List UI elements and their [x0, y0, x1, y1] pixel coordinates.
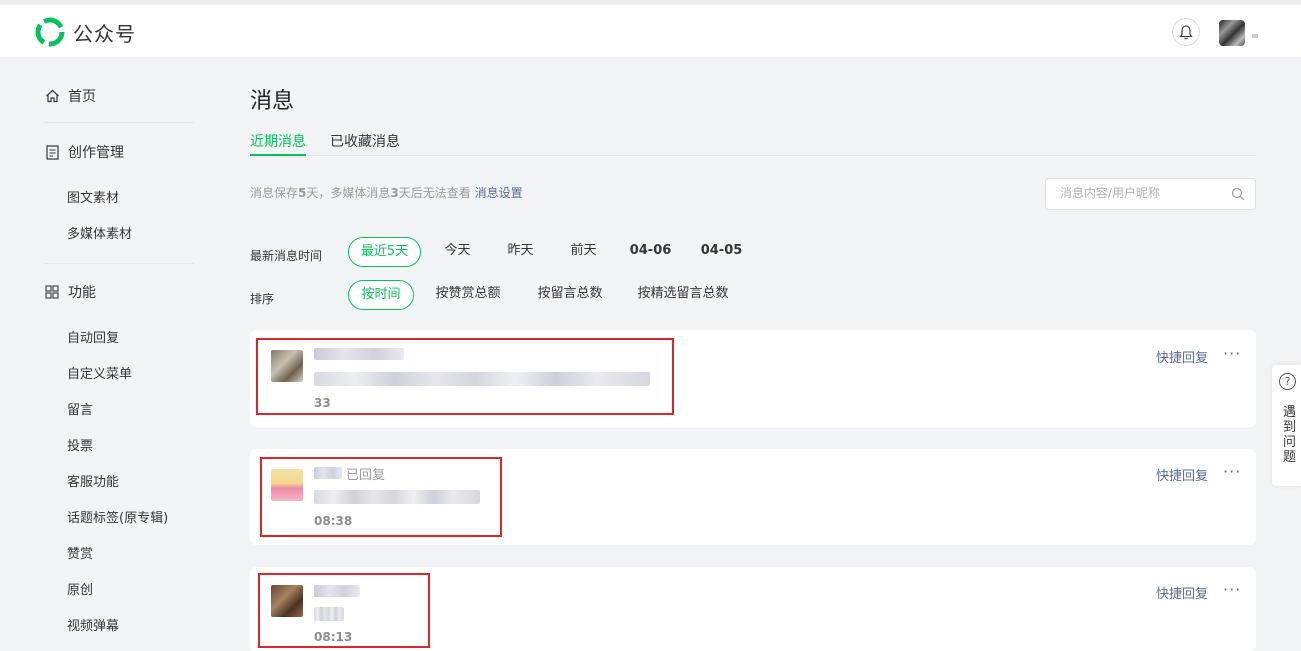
hint-text: 消息保存 — [250, 186, 299, 200]
search-icon[interactable] — [1231, 187, 1245, 201]
quick-reply-link[interactable]: 快捷回复 — [1156, 583, 1208, 602]
sidebar-item-media[interactable]: 多媒体素材 — [67, 223, 132, 242]
hint-text: 天，多媒体消息 — [306, 186, 391, 200]
sidebar-item-custom-menu[interactable]: 自定义菜单 — [67, 363, 132, 382]
filter-time-daybefore[interactable]: 前天 — [556, 237, 611, 267]
quick-reply-link[interactable]: 快捷回复 — [1156, 465, 1208, 484]
filter-time-today[interactable]: 今天 — [430, 237, 485, 267]
quick-reply-link[interactable]: 快捷回复 — [1156, 347, 1208, 366]
filter-time-last5days[interactable]: 最近5天 — [348, 237, 421, 267]
divider — [44, 263, 194, 264]
grid-icon — [44, 284, 60, 300]
help-label: 遇到问题 — [1283, 405, 1297, 465]
sidebar-item-label: 首页 — [68, 89, 96, 105]
help-float[interactable]: ? 遇到问题 — [1272, 365, 1301, 486]
sidebar-item-vote[interactable]: 投票 — [67, 435, 93, 454]
sidebar-item-comments[interactable]: 留言 — [67, 399, 93, 418]
filter-time-0405[interactable]: 04-05 — [694, 237, 749, 267]
sidebar-item-reward[interactable]: 赞赏 — [67, 543, 93, 562]
more-options-icon[interactable]: ··· — [1223, 462, 1241, 481]
divider — [44, 122, 194, 123]
document-icon — [44, 144, 60, 160]
tab-bar: 近期消息 已收藏消息 — [250, 131, 1256, 156]
filter-time-yesterday[interactable]: 昨天 — [493, 237, 548, 267]
sidebar: 首页 创作管理 图文素材 多媒体素材 功能 自动回复 自定义菜单 留言 投票 客… — [0, 57, 220, 651]
sort-by-time[interactable]: 按时间 — [348, 280, 414, 310]
filter-time-label: 最新消息时间 — [250, 249, 323, 263]
sidebar-item-topic-tags[interactable]: 话题标签(原专辑) — [67, 507, 168, 526]
question-icon: ? — [1279, 373, 1296, 390]
sidebar-item-articles[interactable]: 图文素材 — [67, 187, 119, 206]
account-name-blurred[interactable] — [1252, 34, 1258, 38]
sort-by-comments[interactable]: 按留言总数 — [530, 280, 610, 310]
top-bar: 公众号 — [0, 0, 1301, 57]
wechat-logo-icon — [35, 17, 65, 47]
notification-button[interactable] — [1172, 18, 1200, 46]
user-avatar[interactable] — [1219, 20, 1245, 46]
bell-icon — [1179, 24, 1193, 39]
sidebar-item-original[interactable]: 原创 — [67, 579, 93, 598]
filter-time-0406[interactable]: 04-06 — [623, 237, 678, 267]
annotation-box — [256, 338, 674, 415]
page-title: 消息 — [250, 89, 295, 114]
message-settings-link[interactable]: 消息设置 — [475, 186, 523, 200]
annotation-box — [260, 457, 502, 537]
hint-text: 天后无法查看 — [398, 186, 475, 200]
search-box[interactable] — [1045, 178, 1256, 210]
sidebar-item-auto-reply[interactable]: 自动回复 — [67, 327, 119, 346]
tab-starred-messages[interactable]: 已收藏消息 — [330, 131, 400, 156]
retention-hint: 消息保存5天，多媒体消息3天后无法查看 消息设置 — [250, 184, 523, 201]
sidebar-section-create[interactable]: 创作管理 — [44, 142, 124, 162]
sidebar-section-label: 功能 — [68, 285, 96, 301]
filter-sort-label: 排序 — [250, 292, 275, 306]
more-options-icon[interactable]: ··· — [1223, 344, 1241, 363]
logo[interactable]: 公众号 — [35, 17, 136, 47]
sidebar-section-label: 创作管理 — [68, 145, 124, 161]
more-options-icon[interactable]: ··· — [1223, 580, 1241, 599]
search-input[interactable] — [1060, 186, 1220, 200]
hint-days: 3 — [390, 186, 399, 200]
tab-recent-messages[interactable]: 近期消息 — [250, 131, 306, 156]
annotation-box — [258, 573, 430, 648]
sidebar-section-functions[interactable]: 功能 — [44, 282, 96, 302]
sidebar-item-home[interactable]: 首页 — [44, 86, 96, 106]
home-icon — [44, 88, 60, 104]
sidebar-item-video-danmaku[interactable]: 视频弹幕 — [67, 615, 119, 634]
sort-by-reward[interactable]: 按赞赏总额 — [428, 280, 508, 310]
sidebar-item-customer-service[interactable]: 客服功能 — [67, 471, 119, 490]
sort-by-featured-comments[interactable]: 按精选留言总数 — [630, 280, 736, 310]
app-name: 公众号 — [73, 21, 136, 46]
